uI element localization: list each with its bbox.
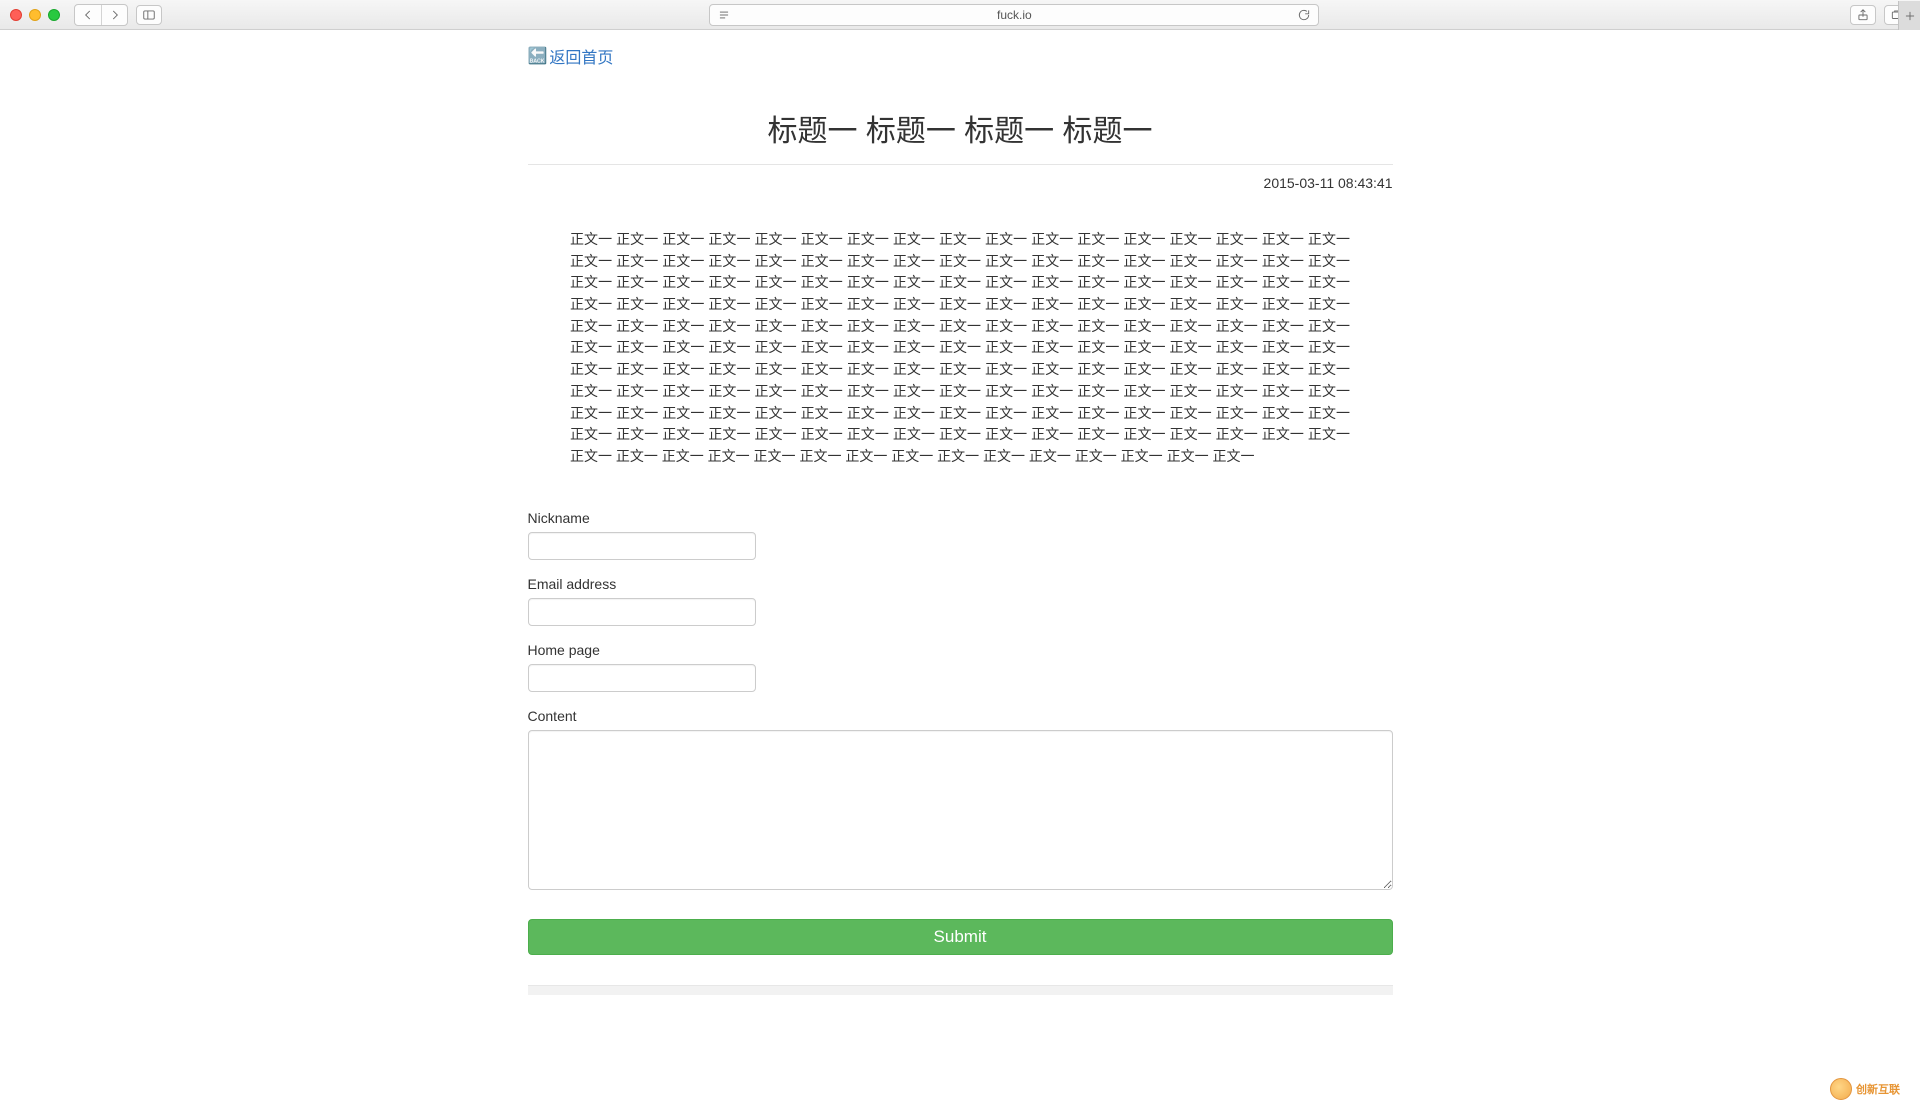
window-controls — [10, 9, 60, 21]
content-label: Content — [528, 708, 1393, 724]
page-title: 标题一 标题一 标题一 标题一 — [528, 106, 1393, 150]
homepage-label: Home page — [528, 642, 1393, 658]
watermark-badge: 创新互联 — [1830, 1074, 1920, 1104]
nav-back-forward — [74, 4, 128, 26]
post-body: 正文一 正文一 正文一 正文一 正文一 正文一 正文一 正文一 正文一 正文一 … — [570, 229, 1350, 468]
homepage-input[interactable] — [528, 664, 756, 692]
reload-icon — [1297, 8, 1311, 22]
page-viewport[interactable]: 🔙返回首页 标题一 标题一 标题一 标题一 2015-03-11 08:43:4… — [0, 30, 1920, 1108]
chevron-right-icon — [108, 8, 122, 22]
sidebar-icon — [142, 8, 156, 22]
back-home-link[interactable]: 🔙返回首页 — [528, 44, 614, 68]
new-tab-button[interactable] — [1898, 1, 1920, 30]
plus-icon — [1903, 9, 1917, 23]
zoom-window-button[interactable] — [48, 9, 60, 21]
back-home-label: 返回首页 — [549, 44, 613, 68]
page-container: 🔙返回首页 标题一 标题一 标题一 标题一 2015-03-11 08:43:4… — [528, 30, 1393, 1055]
share-button[interactable] — [1850, 5, 1876, 25]
share-icon — [1856, 8, 1870, 22]
close-window-button[interactable] — [10, 9, 22, 21]
reader-mode-button[interactable] — [716, 8, 732, 22]
post-timestamp: 2015-03-11 08:43:41 — [528, 175, 1393, 191]
watermark-text: 创新互联 — [1856, 1081, 1900, 1097]
address-bar-url: fuck.io — [732, 8, 1296, 22]
minimize-window-button[interactable] — [29, 9, 41, 21]
reader-icon — [717, 8, 731, 22]
chevron-left-icon — [81, 8, 95, 22]
reload-button[interactable] — [1296, 8, 1312, 22]
content-textarea[interactable] — [528, 730, 1393, 890]
nickname-input[interactable] — [528, 532, 756, 560]
sidebar-toggle-button[interactable] — [136, 5, 162, 25]
footer-strip — [528, 985, 1393, 995]
nickname-label: Nickname — [528, 510, 1393, 526]
submit-button[interactable]: Submit — [528, 919, 1393, 955]
watermark-logo-icon — [1830, 1078, 1852, 1100]
title-separator — [528, 164, 1393, 165]
forward-button[interactable] — [101, 5, 127, 25]
browser-toolbar: fuck.io — [0, 0, 1920, 30]
address-bar[interactable]: fuck.io — [709, 4, 1319, 26]
back-arrow-icon: 🔙 — [528, 46, 548, 66]
email-input[interactable] — [528, 598, 756, 626]
back-button[interactable] — [75, 5, 101, 25]
email-label: Email address — [528, 576, 1393, 592]
